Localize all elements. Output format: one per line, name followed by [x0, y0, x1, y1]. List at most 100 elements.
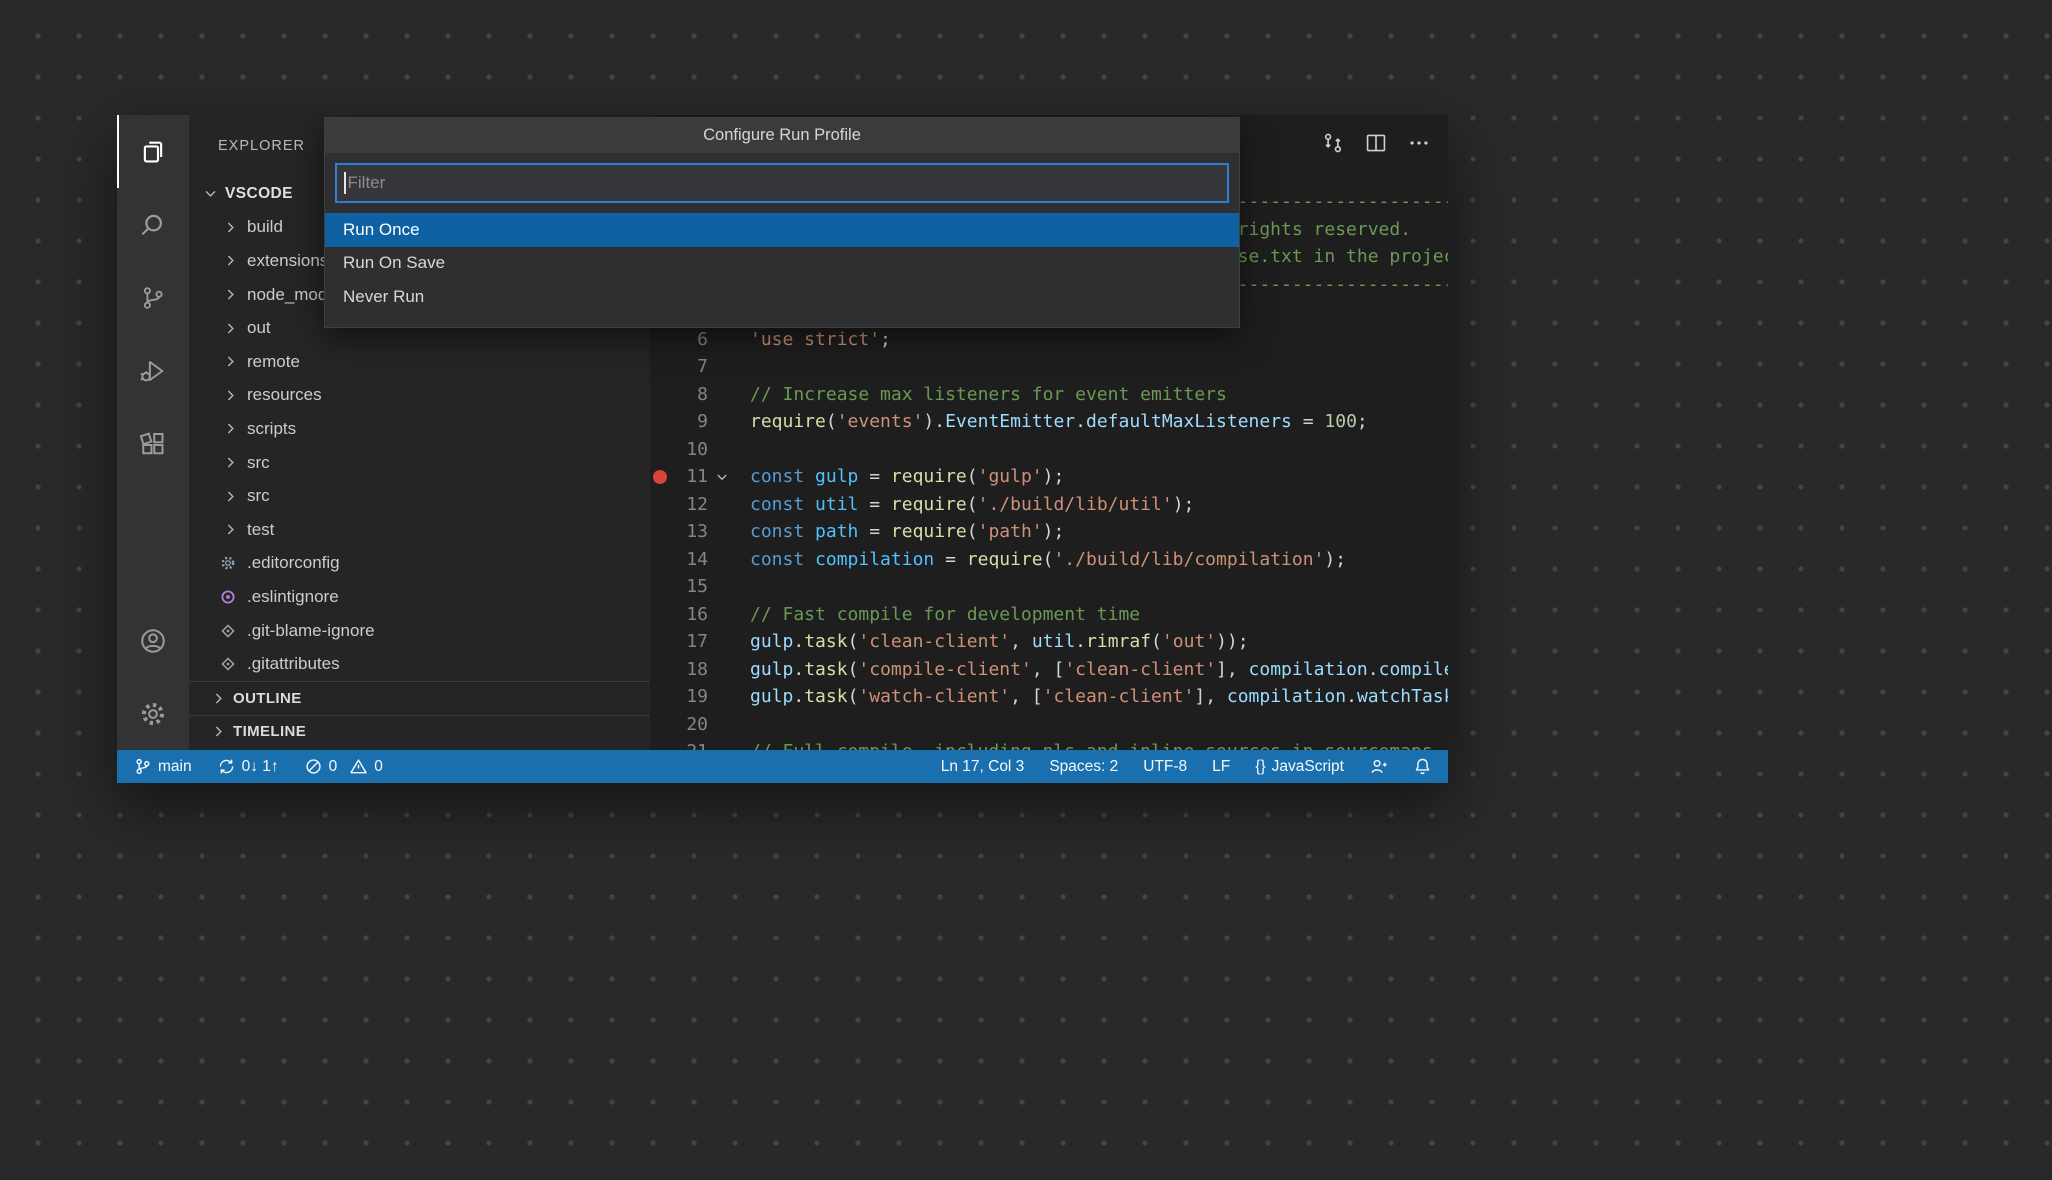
chevron-down-icon: [202, 185, 219, 202]
tree-item-editorconfig[interactable]: .editorconfig: [189, 547, 650, 581]
activity-item-settings[interactable]: [117, 677, 189, 750]
sync-icon: [217, 757, 236, 776]
line-number[interactable]: 15: [650, 573, 708, 601]
extensions-icon: [138, 429, 168, 459]
line-number[interactable]: 12: [650, 491, 708, 519]
filter-placeholder: Filter: [348, 173, 386, 193]
code-line-18[interactable]: 18gulp.task('compile-client', ['clean-cl…: [650, 656, 1448, 684]
code-line-12[interactable]: 12 const util = require('./build/lib/util…: [650, 491, 1448, 519]
line-number[interactable]: 6: [650, 326, 708, 354]
line-number[interactable]: 7: [650, 353, 708, 381]
tree-item-label: src: [247, 486, 270, 506]
line-number[interactable]: 8: [650, 381, 708, 409]
person-icon: [1369, 757, 1388, 776]
open-changes-icon[interactable]: [1320, 130, 1346, 156]
eol-setting[interactable]: LF: [1212, 750, 1230, 783]
line-number[interactable]: 10: [650, 436, 708, 464]
breakpoint-icon[interactable]: [653, 470, 667, 484]
chevron-right-icon: [222, 286, 239, 303]
chevron-right-icon: [222, 454, 239, 471]
code-line-10[interactable]: 10: [650, 436, 1448, 464]
tree-item-label: resources: [247, 385, 322, 405]
panel-outline[interactable]: OUTLINE: [189, 681, 650, 715]
tree-item-label: remote: [247, 352, 300, 372]
code-line-17[interactable]: 17gulp.task('clean-client', util.rimraf(…: [650, 628, 1448, 656]
code-text: require('events').EventEmitter.defaultMa…: [750, 408, 1368, 436]
split-editor-icon[interactable]: [1363, 130, 1389, 156]
code-line-8[interactable]: 8 // Increase max listeners for event emi…: [650, 381, 1448, 409]
code-text: // Fast compile for development time: [750, 601, 1140, 629]
quickpick-option-run-once[interactable]: Run Once: [325, 213, 1239, 247]
tree-item-src[interactable]: src: [189, 446, 650, 480]
encoding-setting[interactable]: UTF-8: [1143, 750, 1187, 783]
vscode-window: EXPLORER VSCODEbuildextensionsnode_modul…: [117, 115, 1448, 783]
language-mode[interactable]: {} JavaScript: [1255, 750, 1344, 783]
code-line-6[interactable]: 6'use strict';: [650, 326, 1448, 354]
activity-item-run-debug[interactable]: [117, 334, 189, 407]
tree-item-eslintignore[interactable]: .eslintignore: [189, 580, 650, 614]
branch-indicator[interactable]: main: [133, 750, 192, 783]
fold-chevron-icon[interactable]: [714, 469, 730, 485]
line-number[interactable]: 14: [650, 546, 708, 574]
activity-item-source-control[interactable]: [117, 261, 189, 334]
activity-item-accounts[interactable]: [117, 604, 189, 677]
files-icon: [138, 137, 168, 167]
gear-file-icon: [219, 554, 237, 572]
tree-item-test[interactable]: test: [189, 513, 650, 547]
code-line-7[interactable]: 7: [650, 353, 1448, 381]
tree-item-resources[interactable]: resources: [189, 379, 650, 413]
activity-item-extensions[interactable]: [117, 407, 189, 480]
code-text: // Increase max listeners for event emit…: [750, 381, 1227, 409]
activity-item-explorer[interactable]: [117, 115, 189, 188]
quickpick-option-run-on-save[interactable]: Run On Save: [325, 247, 1239, 281]
activity-bar-top: [117, 115, 189, 480]
code-text: // Full compile, including nls and inlin…: [750, 738, 1448, 750]
sync-indicator[interactable]: 0↓ 1↑: [217, 750, 279, 783]
code-line-13[interactable]: 13const path = require('path');: [650, 518, 1448, 546]
code-line-11[interactable]: 11const gulp = require('gulp');: [650, 463, 1448, 491]
line-number[interactable]: 9: [650, 408, 708, 436]
chevron-right-icon: [222, 252, 239, 269]
more-actions-icon[interactable]: [1406, 130, 1432, 156]
tree-item-remote[interactable]: remote: [189, 345, 650, 379]
notifications-button[interactable]: [1413, 750, 1432, 783]
text-caret-icon: [344, 172, 346, 194]
line-number[interactable]: 21: [650, 738, 708, 750]
line-number[interactable]: 17: [650, 628, 708, 656]
branch-icon: [133, 757, 152, 776]
code-line-9[interactable]: 9 require('events').EventEmitter.defaultM…: [650, 408, 1448, 436]
tree-item-label: out: [247, 318, 271, 338]
code-line-20[interactable]: 20: [650, 711, 1448, 739]
code-line-16[interactable]: 16 // Fast compile for development time: [650, 601, 1448, 629]
code-line-14[interactable]: 14const compilation = require('./build/l…: [650, 546, 1448, 574]
panel-timeline[interactable]: TIMELINE: [189, 715, 650, 749]
tree-item-scripts[interactable]: scripts: [189, 412, 650, 446]
quickpick-filter-input[interactable]: Filter: [335, 163, 1229, 203]
tree-item-label: .eslintignore: [247, 587, 339, 607]
line-number[interactable]: 13: [650, 518, 708, 546]
activity-item-search[interactable]: [117, 188, 189, 261]
problems-indicator[interactable]: 0 0: [304, 750, 383, 783]
chevron-right-icon: [222, 387, 239, 404]
feedback-button[interactable]: [1369, 750, 1388, 783]
line-number[interactable]: 20: [650, 711, 708, 739]
branch-label: main: [158, 758, 192, 776]
line-number[interactable]: 18: [650, 656, 708, 684]
search-icon: [138, 210, 168, 240]
tree-item-gitattributes[interactable]: .gitattributes: [189, 647, 650, 681]
option-label: Run Once: [343, 220, 420, 240]
tree-item-label: test: [247, 520, 274, 540]
cursor-position[interactable]: Ln 17, Col 3: [941, 750, 1025, 783]
tree-item-src[interactable]: src: [189, 479, 650, 513]
code-line-15[interactable]: 15: [650, 573, 1448, 601]
indentation-setting[interactable]: Spaces: 2: [1049, 750, 1118, 783]
line-number[interactable]: 16: [650, 601, 708, 629]
tree-item-label: .editorconfig: [247, 553, 340, 573]
quickpick-option-never-run[interactable]: Never Run: [325, 280, 1239, 314]
code-line-19[interactable]: 19gulp.task('watch-client', ['clean-clie…: [650, 683, 1448, 711]
quickpick-input-row: Filter: [325, 153, 1239, 213]
line-number[interactable]: 19: [650, 683, 708, 711]
code-text: const util = require('./build/lib/util')…: [750, 491, 1194, 519]
code-line-21[interactable]: 21 // Full compile, including nls and inl…: [650, 738, 1448, 750]
tree-item-git-blame-ignore[interactable]: .git-blame-ignore: [189, 614, 650, 648]
